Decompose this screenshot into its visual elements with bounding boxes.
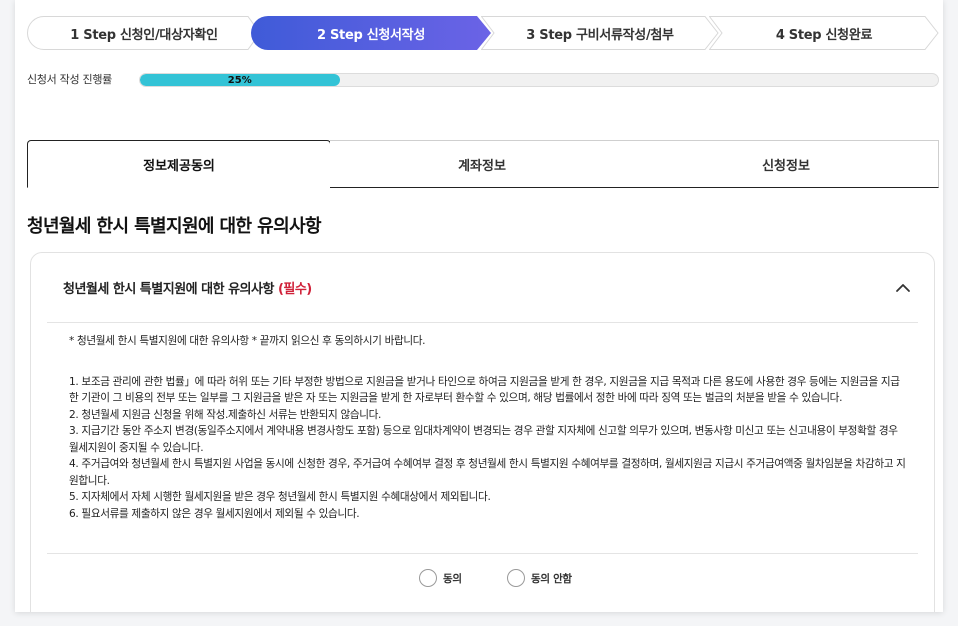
notice-title-text: 청년월세 한시 특별지원에 대한 유의사항 — [63, 282, 274, 297]
notice-content: * 청년월세 한시 특별지원에 대한 유의사항 * 끝까지 읽으신 후 동의하시… — [69, 333, 906, 522]
notice-item-6: 6. 필요서류를 제출하지 않은 경우 월세지원에서 제외될 수 있습니다. — [69, 507, 360, 520]
step-1: 1 Step 신청인/대상자확인 — [27, 16, 261, 50]
step-1-label: 1 Step 신청인/대상자확인 — [70, 27, 218, 43]
notice-item-4: 4. 주거급여와 청년월세 한시 특별지원 사업을 동시에 신청한 경우, 주거… — [69, 458, 906, 487]
step-3: 3 Step 구비서류작성/첨부 — [481, 16, 719, 50]
disagree-radio[interactable]: 동의 안함 — [507, 569, 572, 587]
notice-item-3: 3. 지급기간 동안 주소지 변경(동일주소지에서 계약내용 변경사항도 포함)… — [69, 425, 898, 454]
step-4: 4 Step 신청완료 — [709, 16, 939, 50]
tab-account-info[interactable]: 계좌정보 — [330, 140, 635, 188]
chevron-up-icon[interactable] — [894, 279, 912, 297]
step-4-label: 4 Step 신청완료 — [775, 27, 873, 43]
step-2-label: 2 Step 신청서작성 — [317, 27, 425, 43]
tab-application-info[interactable]: 신청정보 — [634, 140, 939, 188]
step-indicator: 1 Step 신청인/대상자확인 2 Step 신청서작성 3 Step 구비서… — [27, 16, 939, 50]
disagree-label: 동의 안함 — [531, 572, 572, 585]
step-2: 2 Step 신청서작성 — [251, 16, 491, 50]
notice-item-2: 2. 청년월세 지원금 신청을 위해 작성.제출하신 서류는 반환되지 않습니다… — [69, 408, 382, 421]
page-title: 청년월세 한시 특별지원에 대한 유의사항 — [27, 216, 322, 237]
notice-card-title: 청년월세 한시 특별지원에 대한 유의사항 (필수) — [47, 278, 312, 297]
progress-row: 신청서 작성 진행률 25% — [27, 72, 939, 88]
disagree-radio-circle[interactable] — [507, 569, 525, 587]
notice-card: 청년월세 한시 특별지원에 대한 유의사항 (필수) * 청년월세 한시 특별지원… — [30, 252, 935, 612]
notice-item-5: 5. 지자체에서 자체 시행한 월세지원을 받은 경우 청년월세 한시 특별지원… — [69, 491, 491, 503]
progress-label: 신청서 작성 진행률 — [27, 73, 112, 86]
required-badge: (필수) — [277, 282, 312, 297]
application-form-page: 1 Step 신청인/대상자확인 2 Step 신청서작성 3 Step 구비서… — [15, 0, 943, 612]
progress-bar: 25% — [139, 73, 939, 87]
progress-value: 25% — [227, 74, 252, 86]
step-3-label: 3 Step 구비서류작성/첨부 — [526, 27, 674, 43]
agree-radio-circle[interactable] — [419, 569, 437, 587]
notice-intro: * 청년월세 한시 특별지원에 대한 유의사항 * 끝까지 읽으신 후 동의하시… — [69, 335, 426, 347]
form-tabs: 정보제공동의 계좌정보 신청정보 — [27, 140, 939, 188]
progress-fill: 25% — [140, 74, 340, 86]
notice-card-header[interactable]: 청년월세 한시 특별지원에 대한 유의사항 (필수) — [47, 253, 918, 323]
agree-radio[interactable]: 동의 — [419, 569, 462, 587]
notice-item-1: 1. 보조금 관리에 관한 법률」에 따라 허위 또는 기타 부정한 방법으로 … — [69, 375, 900, 405]
agree-label: 동의 — [443, 572, 462, 585]
consent-options: 동의 동의 안함 — [47, 553, 918, 605]
tab-consent[interactable]: 정보제공동의 — [27, 140, 331, 188]
